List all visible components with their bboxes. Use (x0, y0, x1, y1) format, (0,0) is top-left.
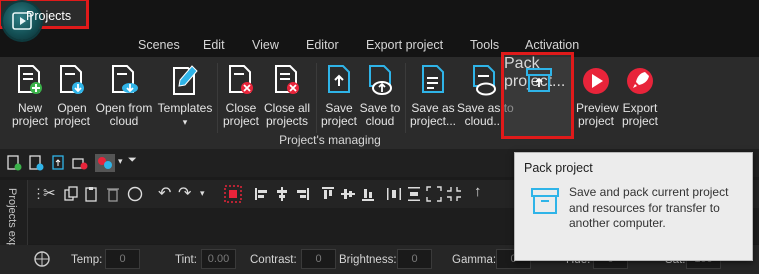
tab-view[interactable]: View (252, 38, 279, 52)
new-project-icon (18, 65, 42, 94)
temp-label: Temp: (71, 254, 103, 266)
save-as-project-label: Save as project... (409, 101, 457, 128)
tab-editor[interactable]: Editor (306, 38, 339, 52)
circle-shape-icon[interactable] (127, 186, 143, 202)
save-small-icon[interactable] (50, 155, 66, 171)
cloud-download-icon (112, 65, 138, 93)
tab-scenes[interactable]: Scenes (138, 38, 180, 52)
tint-label: Tint: (175, 254, 197, 266)
copy-icon[interactable] (63, 186, 79, 202)
templates-label: Templates ▾ (157, 101, 213, 128)
effects-small-icon[interactable] (95, 154, 115, 172)
new-project-label: New project (11, 101, 49, 128)
chevron-down-icon[interactable]: ▾ (118, 156, 123, 167)
tint-input[interactable]: 0.00 (201, 249, 236, 269)
arrow-up-icon[interactable]: ↑ (474, 183, 482, 200)
preview-project-label: Preview project (576, 101, 619, 128)
redo-dropdown-icon[interactable]: ▾ (200, 188, 205, 199)
save-to-cloud-label: Save to cloud (359, 101, 401, 128)
pack-project-tooltip: Pack project Save and pack current proje… (514, 152, 753, 261)
ribbon-separator (217, 63, 218, 133)
ribbon-separator (316, 63, 317, 133)
undo-icon[interactable]: ↶ (158, 183, 171, 203)
ribbon-group-label: Project's managing (279, 133, 381, 147)
tab-edit[interactable]: Edit (203, 38, 225, 52)
pack-project-button[interactable]: Pack project... (501, 52, 574, 139)
open-from-cloud-label: Open from cloud (95, 101, 153, 128)
gamma-label: Gamma: (452, 254, 497, 266)
tab-activation[interactable]: Activation (525, 38, 579, 52)
paste-icon[interactable] (83, 186, 99, 202)
delete-icon[interactable] (105, 186, 121, 202)
tab-export-project[interactable]: Export project (366, 38, 443, 52)
close-project-icon (229, 65, 253, 94)
open-project-icon (60, 65, 84, 94)
align-bottom-icon[interactable] (360, 186, 376, 202)
save-project-label: Save project (320, 101, 358, 128)
brightness-label: Brightness: (339, 254, 397, 266)
temp-input[interactable]: 0 (105, 249, 140, 269)
export-project-label: Export project (621, 101, 659, 128)
play-icon (583, 68, 609, 94)
more-options-icon[interactable]: ⏷ (128, 154, 137, 167)
save-as-cloud-icon (473, 65, 496, 96)
redo-icon[interactable]: ↷ (178, 183, 191, 203)
stretch-icon[interactable] (426, 186, 442, 202)
record-small-icon[interactable] (72, 155, 88, 171)
close-all-icon (275, 65, 299, 94)
align-right-icon[interactable] (294, 186, 310, 202)
save-icon (328, 65, 350, 93)
pack-box-icon (526, 68, 552, 92)
contrast-input[interactable]: 0 (301, 249, 336, 269)
tooltip-description: Save and pack current project and resour… (569, 185, 729, 230)
pack-box-icon (531, 188, 559, 214)
align-center-icon[interactable] (274, 186, 290, 202)
fit-icon[interactable] (446, 186, 462, 202)
distribute-vertical-icon[interactable] (406, 186, 422, 202)
open-file-small-icon[interactable] (28, 155, 44, 171)
color-wheel-icon[interactable] (33, 250, 51, 268)
ribbon-separator (405, 63, 406, 133)
rocket-icon (627, 68, 653, 94)
close-all-projects-label: Close all projects (263, 101, 311, 128)
new-file-small-icon[interactable] (6, 155, 22, 171)
brightness-input[interactable]: 0 (397, 249, 432, 269)
close-project-label: Close project (222, 101, 260, 128)
ribbon-panel: New project Open project Open from cloud Te… (0, 52, 759, 149)
align-top-icon[interactable] (320, 186, 336, 202)
tooltip-title: Pack project (524, 161, 593, 175)
select-object-icon[interactable] (224, 185, 242, 203)
cut-icon[interactable]: ✂ (43, 184, 56, 202)
save-cloud-icon (369, 65, 392, 95)
align-middle-icon[interactable] (340, 186, 356, 202)
tab-projects-label: Projects (26, 9, 72, 23)
contrast-label: Contrast: (250, 254, 297, 266)
templates-icon (173, 65, 198, 95)
tab-tools[interactable]: Tools (470, 38, 499, 52)
menu-bar: Projects Scenes Edit View Editor Export … (0, 0, 759, 57)
distribute-horizontal-icon[interactable] (386, 186, 402, 202)
save-as-icon (422, 65, 444, 93)
open-project-label: Open project (53, 101, 91, 128)
align-left-icon[interactable] (254, 186, 270, 202)
